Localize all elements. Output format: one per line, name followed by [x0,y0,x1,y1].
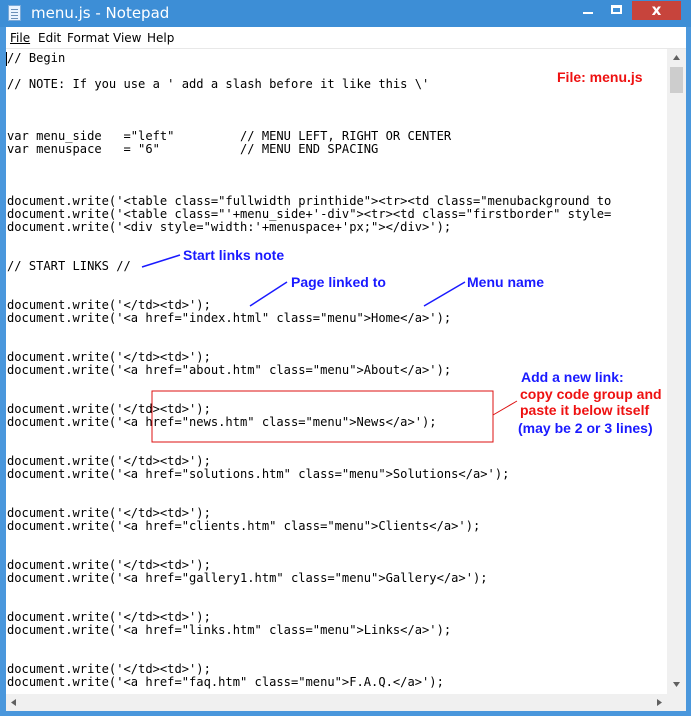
maximize-icon [611,5,622,14]
horizontal-scrollbar[interactable] [6,694,667,711]
page-linked-pointer-line [249,281,288,307]
title-bar[interactable]: menu.js - Notepad x [0,0,691,27]
text-editor-area[interactable]: // Begin // NOTE: If you use a ' add a s… [6,49,667,694]
menu-view-label: View [113,31,142,45]
horizontal-scrollbar-graphics [11,699,662,706]
menu-format-label: Format [67,31,110,45]
menu-format[interactable]: Format [67,31,109,45]
menu-bar: File Edit Format View Help [6,27,686,49]
scroll-right-arrow-icon [657,699,662,706]
menu-help[interactable]: Help [147,31,174,45]
annotation-lines [141,254,518,443]
menu-edit[interactable]: Edit [38,31,61,45]
minimize-button[interactable] [574,1,602,20]
menu-file-label: File [10,31,31,45]
close-icon: x [651,1,662,19]
news-link-highlight-box [151,390,494,443]
vertical-scrollbar[interactable] [667,49,686,694]
menu-file[interactable]: File [10,31,30,45]
menu-name-pointer-line [423,281,466,307]
vertical-scrollbar-graphics [670,55,683,687]
notepad-icon [8,5,21,21]
start-links-pointer-line [141,254,181,268]
notepad-window: menu.js - Notepad x File Edit Format Vie… [0,0,691,716]
scrollbar-corner [667,694,686,711]
scroll-left-arrow-icon [11,699,16,706]
menu-edit-label: Edit [38,31,62,45]
menu-help-label: Help [147,31,175,45]
scroll-down-arrow-icon [673,682,680,687]
window-title: menu.js - Notepad [31,4,170,22]
scroll-up-arrow-icon [673,55,680,60]
minimize-icon [583,12,593,14]
menu-view[interactable]: View [113,31,141,45]
maximize-button[interactable] [603,1,631,20]
add-link-pointer-line [492,400,518,416]
scroll-thumb [670,67,683,93]
close-button[interactable]: x [632,1,681,20]
